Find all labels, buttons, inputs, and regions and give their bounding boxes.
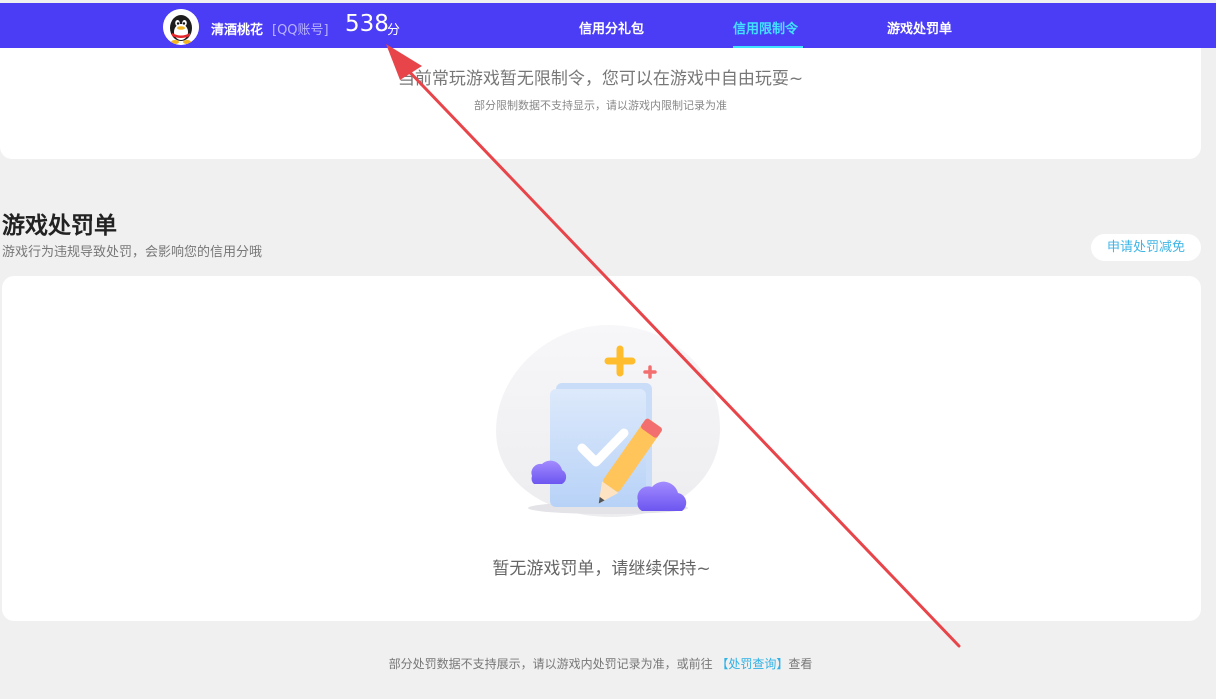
- empty-penalty-illustration: [496, 325, 720, 517]
- penalty-query-link[interactable]: 【处罚查询】: [716, 657, 788, 671]
- qq-penguin-icon: [163, 9, 199, 45]
- empty-state-message: 暂无游戏罚单，请继续保持~: [492, 559, 711, 579]
- tab-game-penalty[interactable]: 游戏处罚单: [887, 18, 952, 37]
- tab-credit-gift[interactable]: 信用分礼包: [579, 18, 644, 37]
- restriction-card: 当前常玩游戏暂无限制令，您可以在游戏中自由玩耍~ 部分限制数据不支持显示，请以游…: [0, 48, 1201, 159]
- footer-note-suffix: 查看: [788, 657, 813, 671]
- account-type-label: [QQ账号]: [272, 23, 329, 38]
- tab-credit-restriction[interactable]: 信用限制令: [733, 18, 798, 37]
- nickname: 清酒桃花: [211, 23, 264, 38]
- avatar[interactable]: [163, 9, 199, 45]
- footer-note-text: 部分处罚数据不支持展示，请以游戏内处罚记录为准，或前往: [388, 657, 713, 671]
- apply-penalty-reduction-button[interactable]: 申请处罚减免: [1091, 234, 1201, 261]
- section-title: 游戏处罚单: [2, 213, 117, 239]
- section-subtitle: 游戏行为违规导致处罚，会影响您的信用分哦: [2, 245, 263, 260]
- footer-note: 部分处罚数据不支持展示，请以游戏内处罚记录为准，或前往 【处罚查询】查看: [0, 655, 1201, 672]
- credit-score-unit: 分: [387, 23, 401, 38]
- credit-score-value: 538: [345, 11, 389, 37]
- penalty-card: 暂无游戏罚单，请继续保持~: [2, 276, 1201, 621]
- restriction-message: 当前常玩游戏暂无限制令，您可以在游戏中自由玩耍~: [397, 69, 804, 89]
- restriction-note: 部分限制数据不支持显示，请以游戏内限制记录为准: [474, 99, 727, 112]
- top-nav: 清酒桃花 [QQ账号] 538 分 信用分礼包 信用限制令 游戏处罚单: [0, 0, 1216, 48]
